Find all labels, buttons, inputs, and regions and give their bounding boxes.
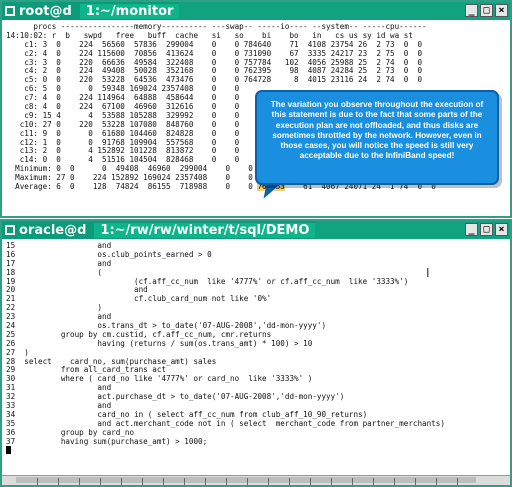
scrollbar-tick xyxy=(373,478,374,485)
window-menu-icon[interactable] xyxy=(5,225,15,235)
monitor-titlebar[interactable]: root@d 1:~/monitor _ □ × xyxy=(2,2,510,20)
scrollbar-tick xyxy=(331,478,332,485)
scrollbar-tick xyxy=(310,478,311,485)
scrollbar-tick xyxy=(226,478,227,485)
scrollbar-tick xyxy=(184,478,185,485)
horizontal-scrollbar[interactable] xyxy=(2,475,510,485)
scrollbar-tick xyxy=(415,478,416,485)
text-cursor-icon: I xyxy=(426,266,430,280)
window-host-label: root@d xyxy=(19,3,72,19)
maximize-icon[interactable]: □ xyxy=(480,4,493,17)
scrollbar-tick xyxy=(205,478,206,485)
sql-line: 26 having (returns / sum(os.trans_amt) *… xyxy=(6,338,313,348)
sql-line: 37 having sum(purchase_amt) > 1000; xyxy=(6,436,208,446)
sql-titlebar[interactable]: oracle@d 1:~/rw/rw/winter/t/sql/DEMO _ □… xyxy=(2,221,510,239)
explanation-callout: The variation you observe throughout the… xyxy=(255,90,499,185)
scrollbar-tick xyxy=(100,478,101,485)
window-title: 1:~/monitor xyxy=(79,3,180,19)
close-icon[interactable]: × xyxy=(495,223,508,236)
maximize-icon[interactable]: □ xyxy=(480,223,493,236)
sql-editor-content[interactable]: 15 and 16 os.club_points_earned > 0 17 and… xyxy=(6,242,506,482)
window-controls: _ □ × xyxy=(465,4,508,17)
scrollbar-thumb[interactable] xyxy=(16,477,476,485)
window-menu-icon[interactable] xyxy=(5,6,15,16)
scrollbar-tick xyxy=(58,478,59,485)
window-controls: _ □ × xyxy=(465,223,508,236)
window-host-label: oracle@d xyxy=(19,222,87,238)
titlebar-filler xyxy=(179,2,510,20)
scrollbar-tick xyxy=(247,478,248,485)
scrollbar-tick xyxy=(352,478,353,485)
minimize-icon[interactable]: _ xyxy=(465,223,478,236)
scrollbar-tick xyxy=(163,478,164,485)
scrollbar-tick xyxy=(121,478,122,485)
scrollbar-tick xyxy=(289,478,290,485)
cursor-line xyxy=(6,446,506,455)
sql-terminal-window[interactable]: oracle@d 1:~/rw/rw/winter/t/sql/DEMO _ □… xyxy=(0,219,512,487)
scrollbar-tick xyxy=(394,478,395,485)
scrollbar-tick xyxy=(142,478,143,485)
window-title: 1:~/rw/rw/winter/t/sql/DEMO xyxy=(94,222,316,238)
scrollbar-tick xyxy=(457,478,458,485)
scrollbar-tick xyxy=(268,478,269,485)
block-cursor xyxy=(6,446,11,455)
minimize-icon[interactable]: _ xyxy=(465,4,478,17)
scrollbar-tick xyxy=(436,478,437,485)
close-icon[interactable]: × xyxy=(495,4,508,17)
scrollbar-tick xyxy=(79,478,80,485)
scrollbar-tick xyxy=(37,478,38,485)
